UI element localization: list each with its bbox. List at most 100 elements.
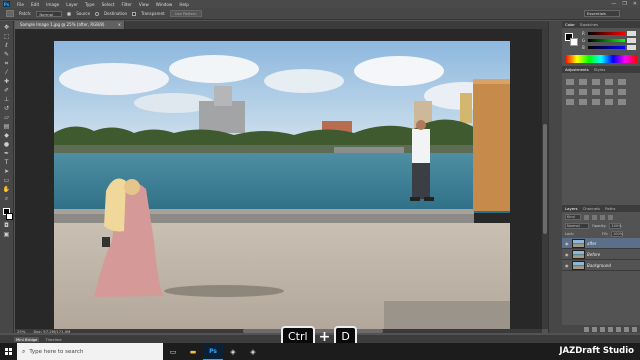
document-tab[interactable]: Sample Image 1.jpg @ 25% (after, RGB/8) … bbox=[15, 21, 125, 29]
workspace-select[interactable]: Essentials bbox=[584, 10, 620, 17]
close-icon[interactable]: ✕ bbox=[633, 1, 637, 7]
menu-layer[interactable]: Layer bbox=[66, 2, 78, 7]
background-color-swatch[interactable] bbox=[5, 213, 13, 220]
brush-tool-icon[interactable]: ✐ bbox=[2, 87, 11, 94]
pen-tool-icon[interactable]: ✒ bbox=[2, 150, 11, 157]
new-group-icon[interactable] bbox=[616, 326, 621, 332]
menu-image[interactable]: Image bbox=[46, 2, 59, 7]
opacity-field[interactable]: 100% bbox=[609, 223, 621, 229]
gradient-map-icon[interactable] bbox=[605, 99, 613, 105]
background-color-swatch[interactable] bbox=[570, 38, 578, 46]
tab-timeline[interactable]: Timeline bbox=[43, 337, 63, 342]
menu-window[interactable]: Window bbox=[156, 2, 173, 7]
history-brush-tool-icon[interactable]: ↺ bbox=[2, 105, 11, 112]
blend-mode-select[interactable]: Normal bbox=[565, 223, 589, 229]
type-tool-icon[interactable]: T bbox=[2, 159, 11, 166]
document-image[interactable] bbox=[54, 41, 510, 330]
shape-tool-icon[interactable]: ▭ bbox=[2, 177, 11, 184]
dodge-tool-icon[interactable]: ● bbox=[2, 141, 11, 148]
menu-view[interactable]: View bbox=[139, 2, 149, 7]
eyedropper-tool-icon[interactable]: ⁄ bbox=[2, 69, 11, 76]
filter-pixel-icon[interactable] bbox=[584, 214, 589, 220]
tab-channels[interactable]: Channels bbox=[583, 206, 601, 211]
menu-type[interactable]: Type bbox=[85, 2, 95, 7]
crop-tool-icon[interactable]: ⌗ bbox=[2, 60, 11, 67]
zoom-tool-icon[interactable]: ⌕ bbox=[2, 195, 11, 202]
new-adjustment-icon[interactable] bbox=[608, 326, 613, 332]
add-mask-icon[interactable] bbox=[600, 326, 605, 332]
selective-color-icon[interactable] bbox=[618, 99, 626, 105]
link-layers-icon[interactable] bbox=[584, 326, 589, 332]
tab-color[interactable]: Color bbox=[565, 22, 575, 27]
green-slider[interactable]: G bbox=[582, 38, 636, 43]
layer-kind-select[interactable]: Kind bbox=[565, 214, 581, 220]
layer-row-after[interactable]: ◉ after bbox=[562, 238, 640, 249]
invert-icon[interactable] bbox=[566, 99, 574, 105]
blur-tool-icon[interactable]: ◆ bbox=[2, 132, 11, 139]
exposure-icon[interactable] bbox=[605, 79, 613, 85]
quick-select-tool-icon[interactable]: ✎ bbox=[2, 51, 11, 58]
hue-saturation-icon[interactable] bbox=[566, 89, 574, 95]
app-icon[interactable]: ◈ bbox=[223, 343, 243, 360]
tab-styles[interactable]: Styles bbox=[594, 67, 606, 72]
eraser-tool-icon[interactable]: ▱ bbox=[2, 114, 11, 121]
healing-brush-tool-icon[interactable]: ✚ bbox=[2, 78, 11, 85]
tab-adjustments[interactable]: Adjustments bbox=[565, 67, 589, 72]
blue-slider[interactable]: B bbox=[582, 45, 636, 50]
tab-mini-bridge[interactable]: Mini Bridge bbox=[14, 336, 40, 342]
quick-mask-icon[interactable]: ◘ bbox=[2, 222, 11, 229]
hand-tool-icon[interactable]: ✋ bbox=[2, 186, 11, 193]
menu-edit[interactable]: Edit bbox=[31, 2, 39, 7]
channel-mixer-icon[interactable] bbox=[618, 89, 626, 95]
source-radio[interactable] bbox=[67, 11, 72, 16]
brightness-contrast-icon[interactable] bbox=[566, 79, 574, 85]
minimize-icon[interactable]: — bbox=[611, 1, 616, 7]
curves-icon[interactable] bbox=[592, 79, 600, 85]
threshold-icon[interactable] bbox=[592, 99, 600, 105]
app-icon-2[interactable]: ◈ bbox=[243, 343, 263, 360]
delete-layer-icon[interactable] bbox=[632, 326, 637, 332]
black-white-icon[interactable] bbox=[592, 89, 600, 95]
red-slider[interactable]: R bbox=[582, 31, 636, 36]
use-pattern-button[interactable]: Use Pattern bbox=[169, 10, 202, 17]
color-spectrum[interactable] bbox=[565, 55, 637, 63]
tab-layers[interactable]: Layers bbox=[565, 206, 578, 211]
visibility-eye-icon[interactable]: ◉ bbox=[565, 252, 570, 257]
gradient-tool-icon[interactable]: ▤ bbox=[2, 123, 11, 130]
move-tool-icon[interactable]: ✥ bbox=[2, 24, 11, 31]
vibrance-icon[interactable] bbox=[618, 79, 626, 85]
menu-help[interactable]: Help bbox=[179, 2, 189, 7]
task-view-icon[interactable]: ▭ bbox=[163, 343, 183, 360]
new-layer-icon[interactable] bbox=[624, 326, 629, 332]
fx-icon[interactable] bbox=[592, 326, 597, 332]
layer-row-before[interactable]: ◉ Before bbox=[562, 249, 640, 260]
destination-radio[interactable] bbox=[95, 11, 100, 16]
photoshop-taskbar-icon[interactable]: Ps bbox=[203, 343, 223, 360]
menu-select[interactable]: Select bbox=[102, 2, 115, 7]
tab-paths[interactable]: Paths bbox=[605, 206, 615, 211]
menu-filter[interactable]: Filter bbox=[121, 2, 131, 7]
fill-field[interactable]: 100% bbox=[611, 231, 623, 237]
start-button[interactable] bbox=[0, 343, 17, 360]
layer-row-background[interactable]: ◉ Background bbox=[562, 260, 640, 271]
filter-type-icon[interactable] bbox=[600, 214, 605, 220]
color-balance-icon[interactable] bbox=[579, 89, 587, 95]
patch-mode-select[interactable]: Normal bbox=[36, 10, 63, 17]
maximize-icon[interactable]: ❐ bbox=[622, 1, 626, 7]
taskbar-search[interactable]: ⌕ Type here to search bbox=[17, 343, 163, 360]
vertical-scroll-thumb[interactable] bbox=[543, 124, 547, 234]
close-document-icon[interactable]: × bbox=[118, 21, 121, 29]
lasso-tool-icon[interactable]: ℓ bbox=[2, 42, 11, 49]
posterize-icon[interactable] bbox=[579, 99, 587, 105]
filter-shape-icon[interactable] bbox=[608, 214, 613, 220]
patch-tool-icon[interactable] bbox=[6, 10, 14, 17]
photo-filter-icon[interactable] bbox=[605, 89, 613, 95]
menu-file[interactable]: File bbox=[17, 2, 24, 7]
visibility-eye-icon[interactable]: ◉ bbox=[565, 241, 570, 246]
clone-stamp-tool-icon[interactable]: ⊥ bbox=[2, 96, 11, 103]
filter-adjustment-icon[interactable] bbox=[592, 214, 597, 220]
transparent-checkbox[interactable] bbox=[132, 11, 137, 16]
file-explorer-icon[interactable]: ▬ bbox=[183, 343, 203, 360]
tab-swatches[interactable]: Swatches bbox=[580, 22, 598, 27]
levels-icon[interactable] bbox=[579, 79, 587, 85]
